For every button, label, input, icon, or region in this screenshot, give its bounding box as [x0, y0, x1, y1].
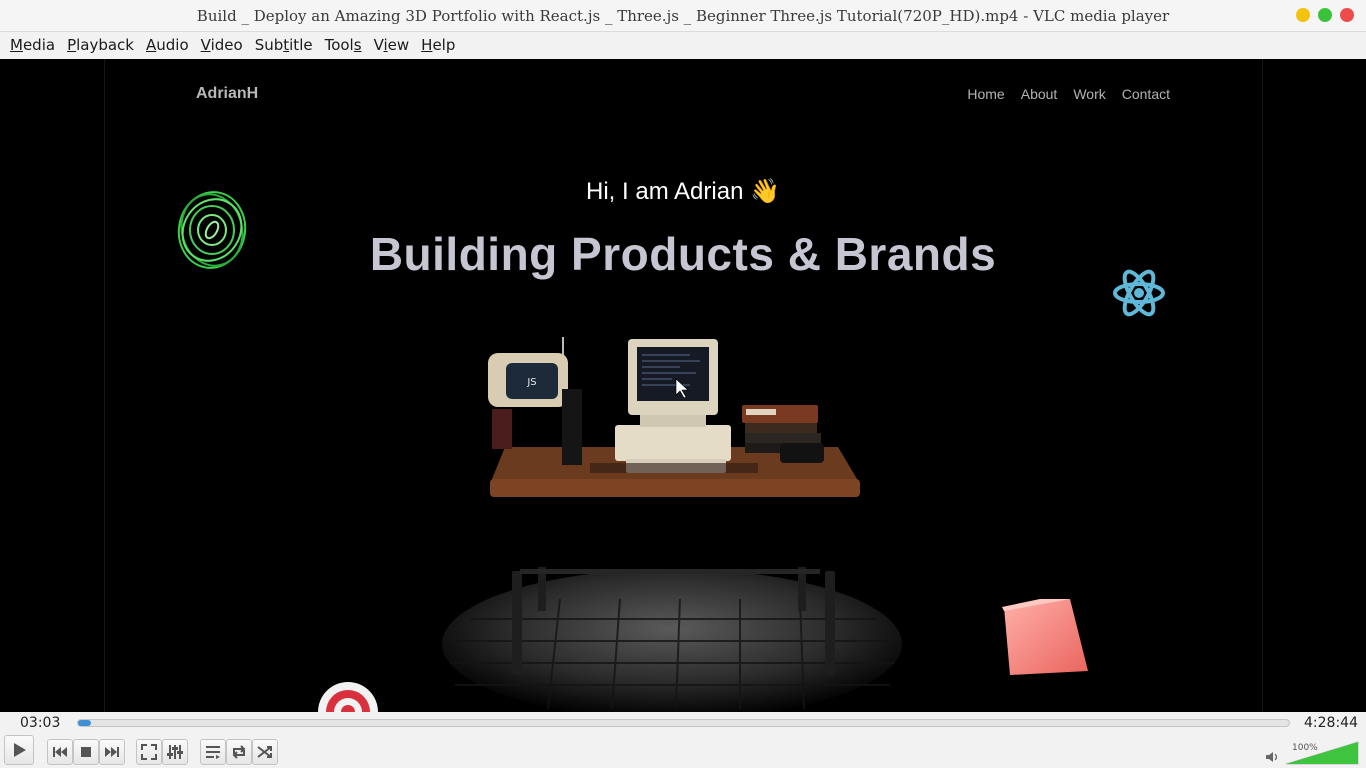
video-display[interactable]: JS AdrianH Home About Work Contact Hi, I…: [0, 59, 1366, 712]
playlist-button[interactable]: [200, 739, 226, 765]
target-object: [318, 682, 378, 712]
play-button[interactable]: [4, 735, 34, 765]
pink-cube: [1002, 599, 1088, 675]
play-icon: [14, 743, 26, 757]
seek-progress: [78, 720, 92, 726]
stop-button[interactable]: [73, 739, 99, 765]
playlist-icon: [206, 746, 220, 759]
speaker-icon[interactable]: [1265, 751, 1279, 763]
site-nav-work: Work: [1073, 86, 1106, 102]
site-nav-contact: Contact: [1121, 86, 1170, 102]
site-nav-home: Home: [967, 86, 1005, 102]
site-nav-about: About: [1020, 86, 1058, 102]
small-monitor: JS: [488, 337, 582, 465]
scene-artwork: JS: [177, 191, 1165, 712]
fullscreen-icon: [141, 744, 157, 760]
extended-settings-icon: [167, 745, 183, 759]
seek-slider[interactable]: [77, 719, 1290, 727]
minimize-button[interactable]: [1296, 8, 1310, 22]
next-button[interactable]: [99, 739, 125, 765]
site-nav: Home About Work Contact: [967, 86, 1170, 102]
previous-button[interactable]: [47, 739, 73, 765]
menu-tools[interactable]: Tools: [319, 32, 368, 59]
menu-bar: Media Playback Audio Video Subtitle Tool…: [0, 32, 1366, 59]
stop-icon: [81, 747, 91, 757]
menu-audio[interactable]: Audio: [140, 32, 195, 59]
shuffle-button[interactable]: [252, 739, 278, 765]
menu-view[interactable]: View: [368, 32, 416, 59]
shuffle-icon: [257, 746, 272, 758]
menu-help[interactable]: Help: [415, 32, 461, 59]
hero-greeting: Hi, I am Adrian 👋: [586, 178, 780, 205]
window-title: Build _ Deploy an Amazing 3D Portfolio w…: [196, 6, 1170, 25]
control-bar: 03:03 4:28:44 100%: [0, 712, 1366, 768]
js-badge: JS: [526, 377, 536, 388]
next-icon: [105, 747, 119, 757]
menu-playback[interactable]: Playback: [61, 32, 140, 59]
elapsed-time: 03:03: [20, 715, 61, 731]
hero-headline: Building Products & Brands: [369, 228, 997, 280]
window-controls: [1296, 8, 1354, 22]
loop-button[interactable]: [226, 739, 252, 765]
extended-settings-button[interactable]: [162, 739, 188, 765]
close-button[interactable]: [1340, 8, 1354, 22]
menu-video[interactable]: Video: [195, 32, 249, 59]
site-logo: AdrianH: [196, 85, 259, 102]
maximize-button[interactable]: [1318, 8, 1332, 22]
title-bar: Build _ Deploy an Amazing 3D Portfolio w…: [0, 0, 1366, 32]
fullscreen-button[interactable]: [136, 739, 162, 765]
previous-icon: [53, 747, 67, 757]
menu-media[interactable]: Media: [4, 32, 61, 59]
total-time[interactable]: 4:28:44: [1304, 715, 1358, 731]
menu-subtitle[interactable]: Subtitle: [249, 32, 319, 59]
loop-icon: [232, 745, 246, 759]
volume-slider[interactable]: [1286, 741, 1360, 765]
